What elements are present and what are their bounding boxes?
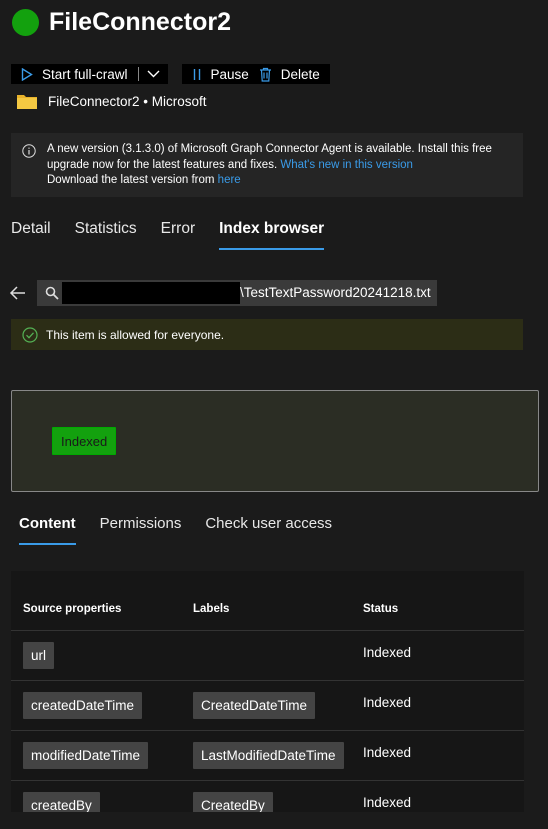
tab-detail[interactable]: Detail	[11, 220, 51, 252]
table-row: createdBy CreatedBy Indexed	[11, 781, 524, 812]
pause-label: Pause	[210, 66, 249, 82]
table-row: modifiedDateTime LastModifiedDateTime In…	[11, 731, 524, 781]
index-status-panel: Indexed	[11, 390, 539, 492]
header-status: Status	[363, 603, 399, 615]
item-tabs: Content Permissions Check user access	[19, 515, 356, 545]
toolbar: Start full-crawl Pause Delete	[11, 64, 330, 84]
header-labels: Labels	[193, 603, 230, 615]
download-here-link[interactable]: here	[218, 174, 241, 186]
search-input[interactable]: \TestTextPassword20241218.txt	[37, 280, 437, 306]
trash-icon	[259, 67, 271, 82]
table-row: createdDateTime CreatedDateTime Indexed	[11, 681, 524, 731]
more-options-dropdown[interactable]	[139, 64, 168, 84]
property-chip: url	[23, 642, 55, 669]
status-text: Indexed	[363, 795, 412, 810]
table-row: url Indexed	[11, 631, 524, 681]
back-arrow-icon[interactable]	[8, 283, 28, 303]
check-circle-icon	[22, 326, 38, 343]
main-tabs: Detail Statistics Error Index browser	[11, 220, 348, 252]
label-chip: LastModifiedDateTime	[193, 742, 344, 769]
tab-index-browser[interactable]: Index browser	[219, 220, 325, 252]
status-text: Indexed	[363, 695, 412, 710]
update-banner: A new version (3.1.3.0) of Microsoft Gra…	[11, 133, 523, 197]
header-source-properties: Source properties	[23, 603, 122, 615]
owner-text: FileConnector2 • Microsoft	[48, 93, 207, 109]
redacted-path	[62, 282, 240, 304]
page-title: FileConnector2	[49, 7, 231, 36]
pause-button[interactable]: Pause	[182, 64, 259, 84]
property-chip: createdBy	[23, 792, 100, 812]
status-dot-icon	[12, 8, 39, 36]
property-chip: modifiedDateTime	[23, 742, 149, 769]
header: FileConnector2	[12, 6, 231, 38]
connector-owner: FileConnector2 • Microsoft	[16, 92, 207, 110]
property-chip: createdDateTime	[23, 692, 143, 719]
delete-button[interactable]: Delete	[259, 64, 330, 84]
tab-statistics[interactable]: Statistics	[75, 220, 137, 252]
search-value: \TestTextPassword20241218.txt	[240, 285, 431, 300]
label-chip: CreatedBy	[193, 792, 273, 812]
tab-content[interactable]: Content	[19, 515, 76, 545]
status-text: Indexed	[363, 645, 412, 660]
play-icon	[21, 67, 33, 81]
delete-label: Delete	[280, 66, 320, 82]
folder-icon	[17, 95, 37, 109]
whats-new-link[interactable]: What's new in this version	[280, 159, 413, 171]
start-full-crawl-label: Start full-crawl	[42, 66, 128, 82]
properties-table: Source properties Labels Status url Inde…	[11, 571, 524, 812]
label-chip: CreatedDateTime	[193, 692, 316, 719]
indexed-status-badge: Indexed	[52, 427, 117, 455]
start-crawl-split-button: Start full-crawl	[11, 64, 168, 84]
banner-message: A new version (3.1.3.0) of Microsoft Gra…	[47, 143, 492, 171]
table-header: Source properties Labels Status	[11, 571, 524, 631]
info-icon	[22, 144, 36, 158]
tab-check-user-access[interactable]: Check user access	[205, 515, 332, 545]
search-row: \TestTextPassword20241218.txt	[8, 280, 437, 306]
search-icon	[45, 286, 59, 300]
chevron-down-icon	[147, 70, 160, 78]
tab-permissions[interactable]: Permissions	[100, 515, 182, 545]
status-text: Indexed	[363, 745, 412, 760]
start-full-crawl-button[interactable]: Start full-crawl	[11, 64, 138, 84]
tab-error[interactable]: Error	[161, 220, 195, 252]
download-text: Download the latest version from	[47, 174, 215, 186]
permission-text: This item is allowed for everyone.	[46, 327, 225, 342]
permission-message: This item is allowed for everyone.	[11, 319, 523, 350]
pause-icon	[193, 68, 200, 80]
